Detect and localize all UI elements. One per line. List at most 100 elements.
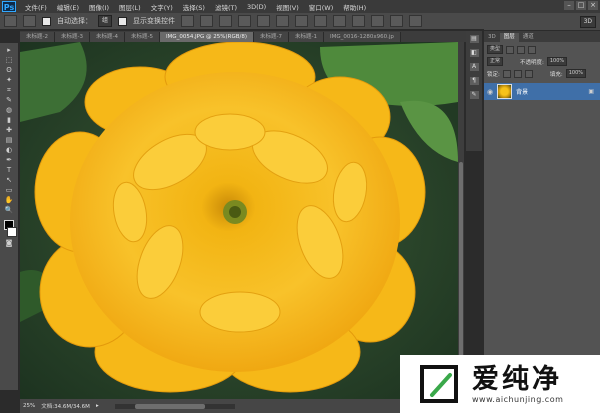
auto-align-icon[interactable] bbox=[352, 15, 366, 27]
auto-select-dropdown[interactable]: 组 bbox=[98, 15, 113, 27]
panel-dock: ▤ ◧ A ¶ ✎ bbox=[466, 31, 482, 151]
fill-input[interactable]: 100% bbox=[565, 69, 587, 78]
vertical-scroll-thumb[interactable] bbox=[459, 162, 463, 362]
lock-position-icon[interactable] bbox=[513, 69, 522, 78]
layer-filter-dropdown[interactable]: 类型 bbox=[487, 45, 504, 54]
menu-select[interactable]: 选择(S) bbox=[178, 2, 210, 12]
horizontal-scrollbar[interactable] bbox=[114, 403, 235, 409]
maximize-button[interactable]: □ bbox=[576, 1, 586, 10]
tab-document[interactable]: 未标题-1 bbox=[288, 32, 324, 42]
tab-document[interactable]: 未标题-2 bbox=[20, 32, 55, 42]
menu-edit[interactable]: 编辑(E) bbox=[52, 2, 84, 12]
quick-select-tool-icon[interactable]: ✦ bbox=[4, 76, 15, 84]
properties-panel-icon[interactable]: ◧ bbox=[469, 49, 479, 57]
distribute-top-icon[interactable] bbox=[295, 15, 309, 27]
align-top-icon[interactable] bbox=[181, 15, 195, 27]
workspace-dropdown[interactable]: 3D bbox=[579, 15, 596, 28]
menu-view[interactable]: 视图(V) bbox=[271, 2, 304, 12]
eyedropper-tool-icon[interactable]: ✎ bbox=[4, 96, 15, 104]
tab-document[interactable]: 未标题-7 bbox=[254, 32, 289, 42]
menu-layer[interactable]: 图层(L) bbox=[114, 2, 146, 12]
zoom-tool-icon[interactable]: 🔍 bbox=[4, 206, 15, 214]
align-left-icon[interactable] bbox=[238, 15, 252, 27]
layer-name: 背景 bbox=[516, 89, 529, 96]
tool-preset-icon[interactable] bbox=[23, 15, 36, 27]
menu-window[interactable]: 窗口(W) bbox=[304, 2, 339, 12]
horizontal-scroll-thumb[interactable] bbox=[134, 403, 205, 409]
type-tool-icon[interactable]: T bbox=[4, 166, 15, 174]
distribute-center-icon[interactable] bbox=[314, 15, 328, 27]
brush-tool-icon[interactable]: ▮ bbox=[4, 116, 15, 124]
close-button[interactable]: × bbox=[588, 1, 598, 10]
zoom-level[interactable]: 25% bbox=[23, 403, 35, 409]
tab-document[interactable]: 未标题-4 bbox=[89, 32, 125, 42]
blend-mode-dropdown[interactable]: 正常 bbox=[487, 57, 504, 66]
brush-panel-icon[interactable]: ✎ bbox=[469, 91, 479, 99]
menu-filter[interactable]: 滤镜(T) bbox=[210, 2, 242, 12]
tab-3d[interactable]: 3D bbox=[484, 33, 500, 42]
distribute-bottom-icon[interactable] bbox=[333, 15, 347, 27]
quick-mask-icon[interactable]: ◙ bbox=[4, 239, 15, 247]
lock-pixels-icon[interactable] bbox=[502, 69, 511, 78]
3d-rotate-icon[interactable] bbox=[371, 15, 385, 27]
paragraph-panel-icon[interactable]: ¶ bbox=[469, 77, 479, 85]
tab-channels[interactable]: 通道 bbox=[519, 33, 538, 42]
marquee-tool-icon[interactable]: ⬚ bbox=[4, 56, 15, 64]
layer-thumbnail bbox=[497, 84, 513, 99]
minimize-button[interactable]: – bbox=[564, 1, 574, 10]
background-color-swatch[interactable] bbox=[6, 227, 17, 237]
status-bar: 25% 文档:34.6M/34.6M ▸ bbox=[20, 399, 464, 413]
shape-tool-icon[interactable]: ▭ bbox=[4, 186, 15, 194]
tools-panel: ▸ ⬚ ʘ ✦ ⌗ ✎ ◍ ▮ ✚ ▤ ◐ ✒ T ↖ ▭ ✋ 🔍 ◙ bbox=[0, 43, 19, 390]
lasso-tool-icon[interactable]: ʘ bbox=[4, 66, 15, 74]
align-bottom-icon[interactable] bbox=[219, 15, 233, 27]
vertical-scrollbar[interactable] bbox=[458, 42, 464, 399]
status-arrow-icon[interactable]: ▸ bbox=[96, 403, 99, 409]
auto-select-checkbox[interactable] bbox=[42, 16, 51, 26]
tab-document[interactable]: IMG_0016-1280x960.jp bbox=[323, 32, 401, 42]
watermark-url: www.aichunjing.com bbox=[472, 394, 564, 404]
menu-file[interactable]: 文件(F) bbox=[20, 2, 52, 12]
tab-document[interactable]: 未标题-5 bbox=[124, 32, 160, 42]
3d-roll-icon[interactable] bbox=[390, 15, 404, 27]
layer-row[interactable]: ◉ 背景 ▣ bbox=[484, 83, 600, 100]
document-canvas[interactable] bbox=[20, 42, 458, 399]
auto-select-label: 自动选择： bbox=[57, 17, 92, 25]
eraser-tool-icon[interactable]: ◐ bbox=[4, 146, 15, 154]
photoshop-logo-icon: Ps bbox=[2, 1, 16, 12]
align-vcenter-icon[interactable] bbox=[200, 15, 214, 27]
align-hcenter-icon[interactable] bbox=[257, 15, 271, 27]
tab-document-active[interactable]: IMG_0054.JPG @ 25%(RGB/8) bbox=[159, 32, 254, 42]
lock-label: 锁定: bbox=[487, 71, 500, 78]
align-right-icon[interactable] bbox=[276, 15, 290, 27]
blend-row: 正常 不透明度: 100% bbox=[487, 57, 597, 66]
character-panel-icon[interactable]: A bbox=[469, 63, 479, 71]
filter-pixel-icon[interactable] bbox=[506, 45, 515, 54]
pen-tool-icon[interactable]: ✒ bbox=[4, 156, 15, 164]
path-select-tool-icon[interactable]: ↖ bbox=[4, 176, 15, 184]
menu-bar: Ps 文件(F) 编辑(E) 图像(I) 图层(L) 文字(Y) 选择(S) 滤… bbox=[0, 0, 600, 13]
3d-pan-icon[interactable] bbox=[409, 15, 423, 27]
tab-document[interactable]: 未标题-3 bbox=[54, 32, 90, 42]
move-tool-icon[interactable]: ▸ bbox=[4, 46, 15, 54]
stamp-tool-icon[interactable]: ✚ bbox=[4, 126, 15, 134]
filter-adjust-icon[interactable] bbox=[517, 45, 526, 54]
tab-layers[interactable]: 图层 bbox=[499, 33, 519, 42]
workspace-switcher: 3D bbox=[484, 13, 600, 30]
crop-tool-icon[interactable]: ⌗ bbox=[4, 86, 15, 94]
opacity-input[interactable]: 100% bbox=[546, 57, 568, 66]
show-transform-checkbox[interactable] bbox=[118, 16, 128, 26]
healing-tool-icon[interactable]: ◍ bbox=[4, 106, 15, 114]
move-tool-icon[interactable] bbox=[4, 15, 17, 27]
lock-all-icon[interactable] bbox=[524, 69, 533, 78]
visibility-eye-icon[interactable]: ◉ bbox=[487, 88, 493, 96]
menu-type[interactable]: 文字(Y) bbox=[146, 2, 178, 12]
menu-3d[interactable]: 3D(D) bbox=[242, 3, 271, 11]
menu-help[interactable]: 帮助(H) bbox=[338, 2, 371, 12]
menu-image[interactable]: 图像(I) bbox=[84, 2, 114, 12]
hand-tool-icon[interactable]: ✋ bbox=[4, 196, 15, 204]
filter-type-icon[interactable] bbox=[528, 45, 537, 54]
opacity-label: 不透明度: bbox=[520, 59, 544, 66]
history-panel-icon[interactable]: ▤ bbox=[469, 35, 479, 43]
history-brush-tool-icon[interactable]: ▤ bbox=[4, 136, 15, 144]
